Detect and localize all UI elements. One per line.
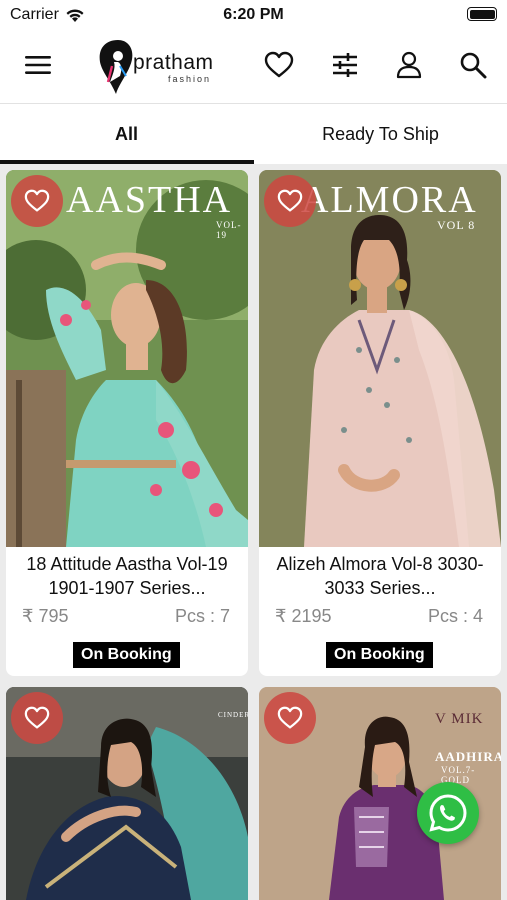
account-button[interactable] [393,48,425,82]
brand-logo-overlay: V MIK [435,711,484,727]
user-icon [396,51,422,79]
filter-icon [333,53,357,77]
favorite-button[interactable] [264,692,316,744]
active-tab-indicator [0,160,254,164]
product-image[interactable]: ALMORA VOL 8 [259,170,501,547]
brand-logo[interactable]: pratham fashion [96,36,231,96]
product-name[interactable]: Alizeh Almora Vol-8 3030-3033 Series... [265,552,495,600]
heart-icon [277,706,303,729]
heart-icon [24,706,50,729]
search-button[interactable] [457,48,489,82]
brand-name-overlay: CINDERELLA [218,711,248,719]
product-card[interactable]: ALMORA VOL 8 Alizeh Almora Vol-8 3030-30… [259,170,501,676]
search-icon [460,52,487,79]
status-bar: Carrier 6:20 PM [0,0,507,30]
filter-button[interactable] [329,48,361,82]
whatsapp-chat-button[interactable] [417,782,479,844]
product-card[interactable]: CINDERELLA [6,687,248,900]
heart-icon [277,189,303,212]
app-header: pratham fashion [0,30,507,104]
heart-icon [264,51,294,78]
status-badge: On Booking [326,642,433,668]
product-name[interactable]: 18 Attitude Aastha Vol-19 1901-1907 Seri… [12,552,242,600]
product-price: ₹ 2195 [275,606,332,626]
product-pieces: Pcs : 4 [427,606,483,626]
favorite-button[interactable] [11,175,63,227]
product-price: ₹ 795 [22,606,69,626]
product-image[interactable]: AASTHA VOL-19 [6,170,248,547]
brand-volume-overlay: VOL 8 [437,218,476,232]
tab-ready-to-ship[interactable]: Ready To Ship [254,104,507,164]
brand-name-overlay: AASTHA [66,179,233,221]
brand-name-overlay: ALMORA [301,179,478,221]
logo-tagline: fashion [168,74,212,84]
status-badge: On Booking [73,642,180,668]
battery-icon [467,7,497,21]
product-image[interactable]: CINDERELLA [6,687,248,900]
product-pieces: Pcs : 7 [174,606,230,626]
favorite-button[interactable] [264,175,316,227]
brand-collection-overlay: AADHIRA [435,749,501,764]
favorite-button[interactable] [11,692,63,744]
menu-button[interactable] [22,48,54,82]
heart-icon [24,189,50,212]
menu-icon [25,56,51,74]
wishlist-button[interactable] [263,48,295,82]
logo-wordmark: pratham [133,51,214,74]
clock: 6:20 PM [223,6,284,23]
whatsapp-icon [429,794,467,832]
product-card[interactable]: AASTHA VOL-19 18 Attitude Aastha Vol-19 … [6,170,248,676]
brand-volume-overlay: VOL-19 [216,220,242,240]
tab-all[interactable]: All [0,104,253,164]
tab-bar: All Ready To Ship [0,104,507,164]
